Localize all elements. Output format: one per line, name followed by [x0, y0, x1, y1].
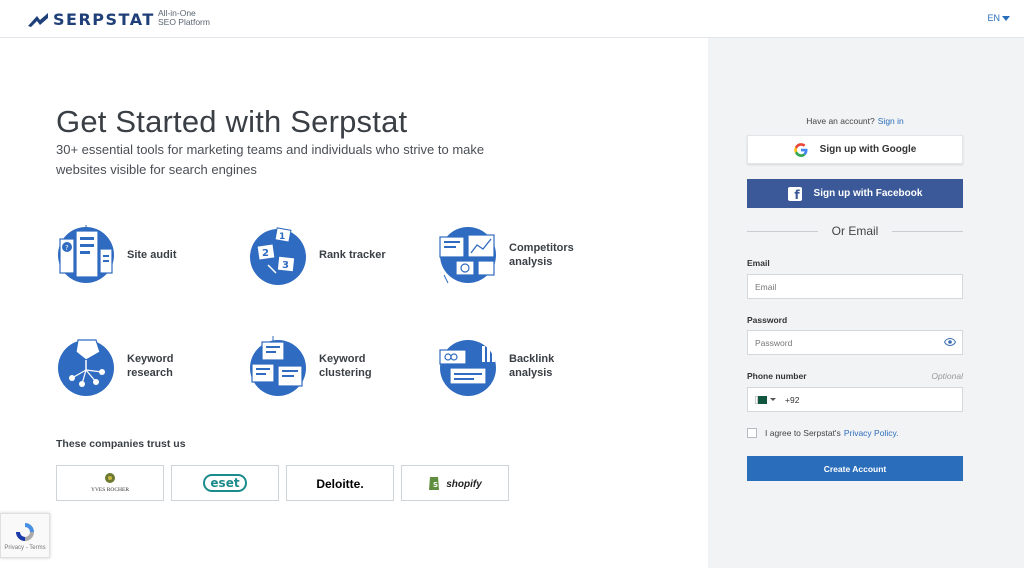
serpstat-logo[interactable]: SERPSTAT [28, 10, 155, 29]
signup-panel: Have an account? Sign in Sign up with Goo… [708, 38, 1024, 568]
feature-backlink-analysis: Backlink analysis [438, 336, 589, 396]
feature-label: Competitors analysis [509, 242, 574, 268]
phone-optional-text: Optional [931, 371, 963, 381]
have-account-text: Have an account? [806, 116, 875, 126]
facebook-icon: f [787, 186, 802, 201]
feature-keyword-clustering: Keyword clustering [248, 336, 399, 396]
language-selector[interactable]: EN [987, 13, 1010, 23]
company-logo-shopify: S shopify [401, 465, 509, 501]
page-subtitle: 30+ essential tools for marketing teams … [56, 142, 485, 177]
phone-field[interactable]: +92 [747, 387, 963, 412]
agree-text: I agree to Serpstat's [765, 428, 841, 438]
feature-label: Rank tracker [319, 249, 386, 261]
create-account-button[interactable]: Create Account [747, 456, 963, 481]
svg-text:?: ? [65, 244, 69, 252]
svg-text:1: 1 [279, 232, 285, 242]
company-name: eset [210, 476, 239, 490]
phone-label: Phone number [747, 371, 807, 381]
phone-country-code: +92 [785, 394, 800, 405]
company-logo-deloitte: Deloitte. [286, 465, 394, 501]
logo-text: SERPSTAT [53, 10, 155, 29]
divider-line [747, 230, 818, 232]
have-account-row: Have an account? Sign in [708, 116, 1002, 126]
password-field[interactable] [747, 330, 963, 355]
email-field[interactable] [747, 274, 963, 299]
recaptcha-badge[interactable]: Privacy - Terms [0, 513, 50, 558]
deloitte-logo: Deloitte. [316, 477, 363, 491]
top-header: SERPSTAT All-in-One SEO Platform EN [0, 0, 1024, 38]
recaptcha-links[interactable]: Privacy - Terms [4, 545, 45, 551]
pakistan-flag-icon[interactable] [755, 395, 767, 404]
google-signup-label: Sign up with Google [819, 144, 917, 155]
svg-text:3: 3 [282, 260, 289, 271]
page-title: Get Started with Serpstat [56, 104, 408, 139]
divider-line [892, 230, 964, 232]
feature-competitors-analysis: Competitors analysis [438, 225, 589, 285]
eset-logo: eset [203, 474, 247, 492]
backlink-analysis-icon [439, 340, 496, 396]
serpstat-logo-icon [28, 12, 48, 27]
facebook-signup-button[interactable]: f Sign up with Facebook [747, 179, 963, 208]
company-logo-eset: eset [171, 465, 279, 501]
eye-icon[interactable] [944, 338, 956, 346]
svg-text:2: 2 [262, 248, 269, 259]
shopify-logo: S shopify [429, 477, 482, 490]
chevron-down-icon [1002, 15, 1010, 21]
email-label: Email [747, 258, 770, 268]
feature-label: Keyword clustering [319, 353, 372, 379]
intro-section: Get Started with Serpstat 30+ essential … [0, 38, 708, 568]
svg-text:S: S [433, 481, 438, 489]
yves-rocher-logo: YVES ROCHER [91, 473, 129, 493]
competitors-analysis-icon [439, 227, 496, 284]
language-label: EN [987, 13, 1000, 23]
tagline: All-in-One SEO Platform [158, 9, 210, 27]
feature-label: Keyword research [127, 353, 174, 379]
privacy-agreement-row: I agree to Serpstat's Privacy Policy. [747, 428, 898, 438]
keyword-clustering-icon [250, 336, 306, 396]
or-email-text: Or Email [831, 224, 879, 238]
rank-tracker-icon: 1 2 3 [250, 227, 306, 285]
tagline-line-2: SEO Platform [158, 17, 210, 27]
feature-keyword-research: Keyword research [56, 336, 207, 396]
feature-label: Site audit [127, 249, 177, 261]
feature-site-audit: ? Site audit [56, 225, 207, 285]
privacy-policy-link[interactable]: Privacy Policy. [844, 428, 899, 438]
trust-title: These companies trust us [56, 438, 186, 450]
chevron-down-icon[interactable] [770, 398, 776, 401]
feature-label: Backlink analysis [509, 353, 555, 379]
or-divider: Or Email [747, 224, 964, 238]
facebook-signup-label: Sign up with Facebook [813, 188, 923, 199]
company-logo-yves-rocher: YVES ROCHER [56, 465, 164, 501]
company-name: Deloitte. [316, 477, 363, 491]
sign-in-link[interactable]: Sign in [878, 116, 904, 126]
password-label: Password [747, 315, 788, 325]
company-name: YVES ROCHER [91, 487, 129, 493]
site-audit-icon: ? [58, 225, 114, 283]
feature-rank-tracker: 1 2 3 Rank tracker [248, 225, 399, 285]
recaptcha-icon [16, 522, 34, 541]
google-signup-button[interactable]: Sign up with Google [747, 135, 963, 164]
google-icon [793, 142, 808, 157]
keyword-research-icon [58, 339, 114, 396]
privacy-checkbox[interactable] [747, 428, 757, 438]
company-name: shopify [446, 479, 482, 490]
